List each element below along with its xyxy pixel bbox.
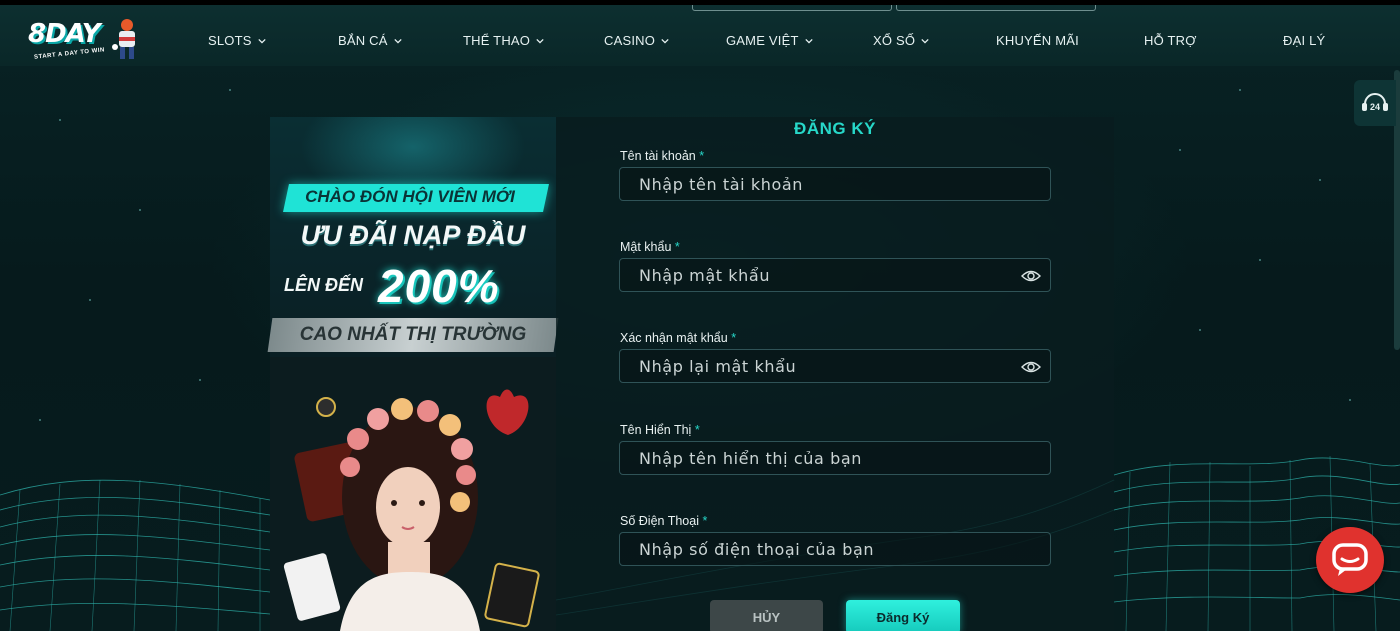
- phone-input[interactable]: [620, 533, 1050, 565]
- password-label: Mật khẩu *: [620, 240, 680, 254]
- chevron-down-icon: [257, 38, 266, 44]
- eye-icon[interactable]: [1021, 359, 1041, 375]
- phone-field-box: [619, 532, 1051, 566]
- username-field-box: [619, 167, 1051, 201]
- main-nav: SLOTS BẮN CÁ THỂ THAO CASINO GAME VIỆT X…: [0, 5, 1400, 71]
- phone-label-text: Số Điện Thoại: [620, 514, 699, 528]
- chevron-down-icon: [804, 38, 813, 44]
- nav-label: HỖ TRỢ: [1144, 33, 1197, 48]
- required-mark: *: [674, 240, 680, 254]
- support-24-label: 24: [1370, 102, 1380, 112]
- nav-label: KHUYẾN MÃI: [996, 33, 1079, 48]
- nav-item-khuyen-mai[interactable]: KHUYẾN MÃI: [996, 33, 1079, 48]
- username-input[interactable]: [620, 168, 1050, 200]
- nav-item-xo-so[interactable]: XỔ SỐ: [873, 33, 929, 48]
- support-24-button[interactable]: 24: [1354, 80, 1396, 126]
- chat-bubble-icon: [1332, 543, 1368, 576]
- nav-label: XỔ SỐ: [873, 33, 916, 48]
- phone-label: Số Điện Thoại *: [620, 514, 707, 528]
- nav-label: GAME VIỆT: [726, 33, 799, 48]
- chevron-down-icon: [536, 38, 544, 44]
- chevron-down-icon: [921, 38, 929, 44]
- register-submit-button[interactable]: Đăng Ký: [846, 600, 960, 631]
- nav-item-ho-tro[interactable]: HỖ TRỢ: [1144, 33, 1197, 48]
- nav-item-game-viet[interactable]: GAME VIỆT: [726, 33, 813, 48]
- nav-item-the-thao[interactable]: THỂ THAO: [463, 33, 544, 48]
- confirm-password-field-box: [619, 349, 1051, 383]
- top-navigation-bar: 8DAY START A DAY TO WIN SLOTS BẮN CÁ THỂ…: [0, 0, 1400, 66]
- promo-line-4: CAO NHẤT THỊ TRƯỜNG: [299, 324, 527, 345]
- display-name-input[interactable]: [620, 442, 1050, 474]
- promo-line-3-value: 200%: [378, 260, 500, 312]
- confirm-password-label: Xác nhận mật khẩu *: [620, 331, 736, 345]
- display-name-label-text: Tên Hiển Thị: [620, 423, 692, 437]
- promo-hostess-illustration: [270, 357, 556, 631]
- live-chat-button[interactable]: [1316, 527, 1384, 593]
- form-title: ĐĂNG KÝ: [794, 119, 876, 138]
- display-name-field-box: [619, 441, 1051, 475]
- display-name-label: Tên Hiển Thị *: [620, 423, 700, 437]
- nav-item-slots[interactable]: SLOTS: [208, 33, 266, 48]
- password-input[interactable]: [620, 259, 1050, 291]
- chevron-down-icon: [393, 38, 402, 44]
- chevron-down-icon: [661, 38, 669, 44]
- username-label-text: Tên tài khoản: [620, 149, 696, 163]
- cancel-button[interactable]: HỦY: [710, 600, 823, 631]
- required-mark: *: [699, 149, 705, 163]
- required-mark: *: [694, 423, 700, 437]
- nav-item-dai-ly[interactable]: ĐẠI LÝ: [1283, 33, 1325, 48]
- nav-label: THỂ THAO: [463, 33, 531, 48]
- required-mark: *: [731, 331, 737, 345]
- password-field-box: [619, 258, 1051, 292]
- eye-icon[interactable]: [1021, 268, 1041, 284]
- password-label-text: Mật khẩu: [620, 240, 672, 254]
- support-24-icon: 24: [1362, 93, 1388, 112]
- nav-item-casino[interactable]: CASINO: [604, 33, 669, 48]
- nav-label: CASINO: [604, 33, 656, 48]
- promo-line-2: ƯU ĐÃI NẠP ĐẦU: [300, 220, 526, 250]
- required-mark: *: [702, 514, 708, 528]
- confirm-password-label-text: Xác nhận mật khẩu: [620, 331, 728, 345]
- promo-line-1: CHÀO ĐÓN HỘI VIÊN MỚI: [305, 187, 515, 206]
- confirm-password-input[interactable]: [620, 350, 1050, 382]
- username-label: Tên tài khoản *: [620, 149, 704, 163]
- promo-line-3-prefix: LÊN ĐẾN: [284, 275, 364, 295]
- nav-label: SLOTS: [208, 33, 252, 48]
- nav-item-ban-ca[interactable]: BẮN CÁ: [338, 33, 402, 48]
- nav-label: ĐẠI LÝ: [1283, 33, 1326, 48]
- nav-label: BẮN CÁ: [338, 33, 388, 48]
